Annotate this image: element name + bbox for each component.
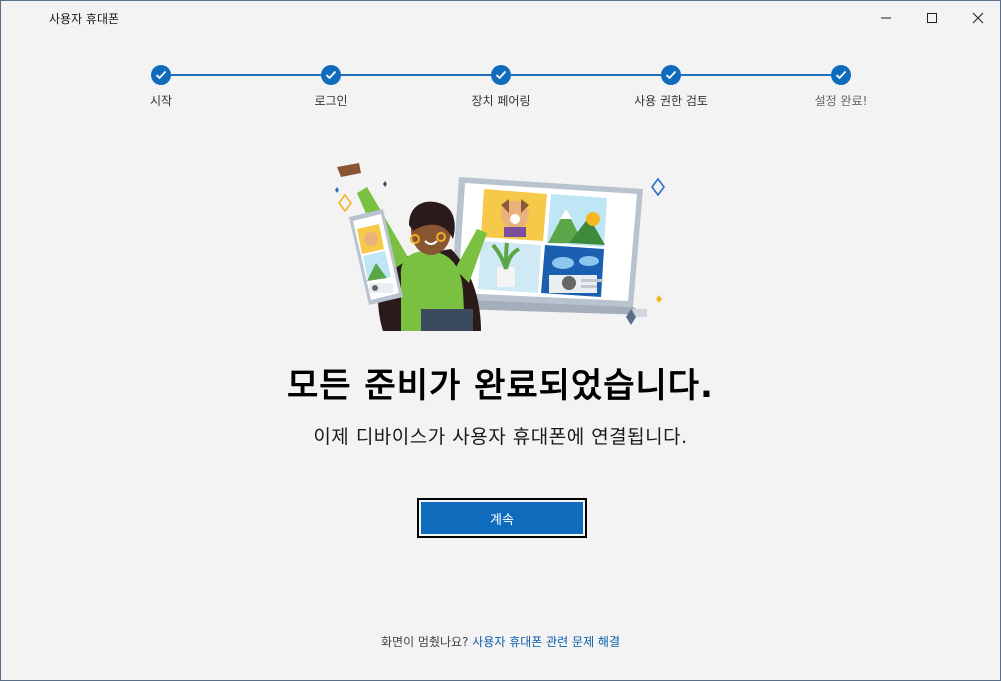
close-icon	[972, 12, 984, 24]
step-check-icon	[661, 65, 681, 85]
step-start: 시작	[101, 65, 221, 109]
troubleshoot-link[interactable]: 사용자 휴대폰 관련 문제 해결	[472, 635, 620, 649]
step-check-icon	[491, 65, 511, 85]
step-label: 시작	[149, 94, 173, 108]
step-permissions: 사용 권한 검토	[611, 65, 731, 109]
continue-button-focus-ring: 계속	[417, 498, 587, 538]
window-title: 사용자 휴대폰	[49, 12, 120, 26]
step-check-icon	[831, 65, 851, 85]
step-label: 로그인	[314, 94, 348, 108]
minimize-icon	[881, 17, 891, 19]
page-subtitle: 이제 디바이스가 사용자 휴대폰에 연결됩니다.	[313, 426, 688, 448]
maximize-button[interactable]	[909, 1, 955, 35]
sparkle-icon	[651, 177, 665, 197]
continue-button[interactable]: 계속	[421, 502, 583, 534]
footer-question: 화면이 멈췄나요?	[380, 635, 473, 649]
sparkle-icon	[656, 295, 662, 303]
sparkle-icon	[335, 187, 339, 193]
step-label: 사용 권한 검토	[634, 94, 708, 108]
sparkle-icon	[383, 181, 387, 187]
step-label: 장치 페어링	[471, 94, 531, 108]
step-finish: 설정 완료!	[781, 65, 901, 109]
step-login: 로그인	[271, 65, 391, 109]
minimize-button[interactable]	[863, 1, 909, 35]
step-check-icon	[321, 65, 341, 85]
page-title: 모든 준비가 완료되었습니다.	[287, 366, 714, 406]
close-button[interactable]	[955, 1, 1001, 35]
sparkle-icon	[338, 193, 352, 213]
step-check-icon	[151, 65, 171, 85]
footer-help: 화면이 멈췄나요? 사용자 휴대폰 관련 문제 해결	[1, 633, 1000, 650]
app-window: 사용자 휴대폰 시작 로그인 장치 페어링 사용 권한 검토 설정 완료! 모든…	[0, 0, 1001, 681]
step-label: 설정 완료!	[814, 94, 868, 108]
setup-complete-illustration	[335, 163, 665, 331]
maximize-icon	[927, 13, 937, 23]
title-bar[interactable]: 사용자 휴대폰	[1, 1, 1000, 35]
progress-stepper: 시작 로그인 장치 페어링 사용 권한 검토 설정 완료!	[1, 65, 1000, 115]
step-pairing: 장치 페어링	[441, 65, 561, 109]
